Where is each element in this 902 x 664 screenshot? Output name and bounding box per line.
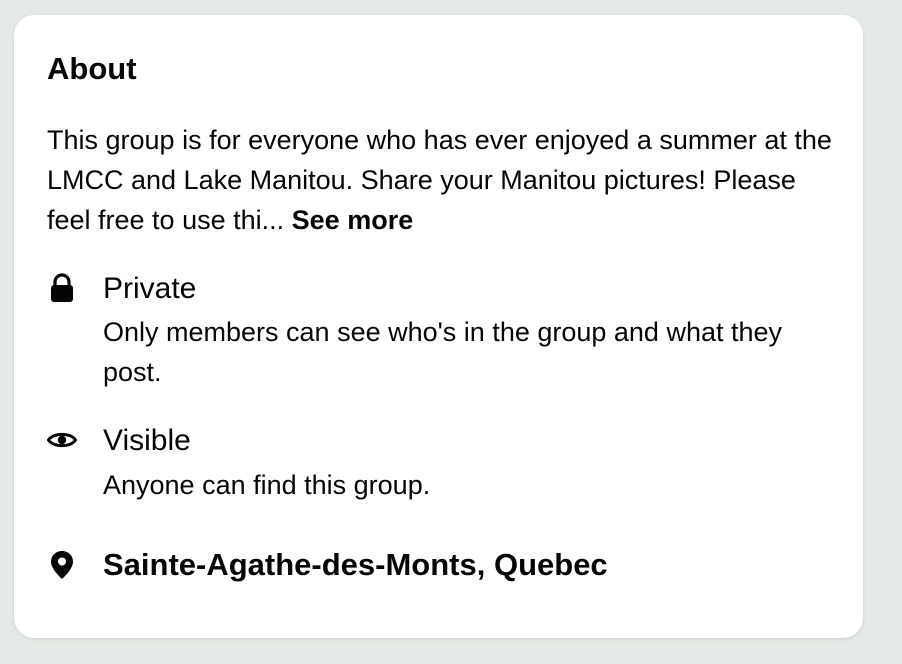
location-title[interactable]: Sainte-Agathe-des-Monts, Quebec xyxy=(103,547,608,583)
visibility-subtitle: Anyone can find this group. xyxy=(103,470,431,500)
visibility-title: Visible xyxy=(103,424,191,457)
privacy-subtitle: Only members can see who's in the group … xyxy=(103,317,783,387)
about-card: About This group is for everyone who has… xyxy=(14,15,863,638)
about-description-text: This group is for everyone who has ever … xyxy=(47,125,832,235)
about-title: About xyxy=(47,51,137,86)
see-more-link[interactable]: See more xyxy=(292,205,414,235)
eye-icon xyxy=(47,425,77,455)
lock-icon xyxy=(47,273,77,303)
about-description: This group is for everyone who has ever … xyxy=(47,120,837,240)
privacy-title: Private xyxy=(103,272,197,305)
map-pin-icon xyxy=(47,550,77,580)
